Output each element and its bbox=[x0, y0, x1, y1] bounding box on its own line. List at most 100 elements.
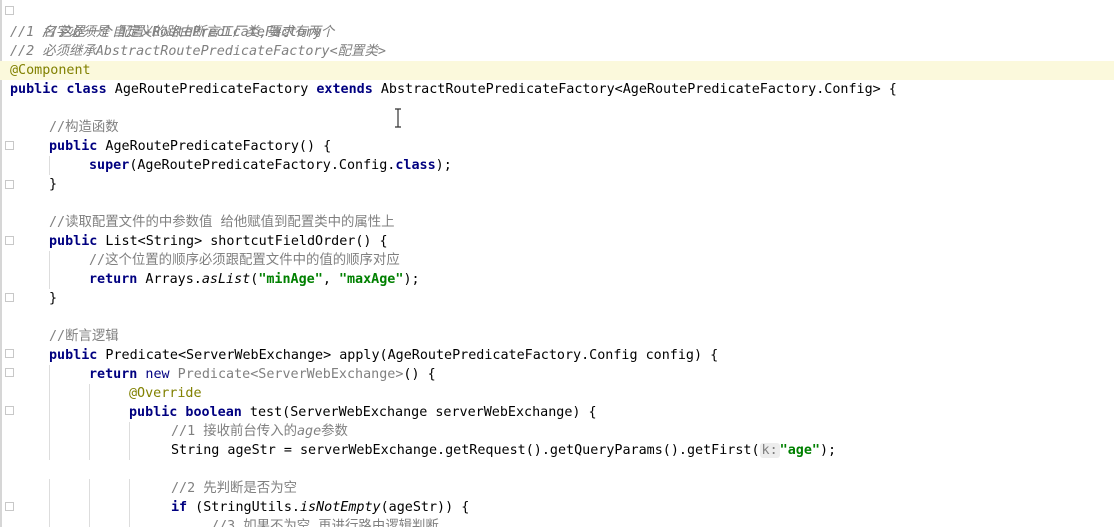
indent-guide bbox=[49, 156, 50, 175]
method-name: isNotEmpty bbox=[300, 500, 381, 515]
code-line[interactable]: return new Predicate<ServerWebExchange>(… bbox=[49, 365, 649, 384]
keyword: return bbox=[89, 367, 138, 382]
string-literal: "age" bbox=[779, 443, 820, 458]
keyword: public bbox=[49, 348, 98, 363]
code-line[interactable]: String ageStr = serverWebExchange.getReq… bbox=[49, 441, 1049, 460]
fold-marker[interactable] bbox=[5, 349, 14, 358]
code-line[interactable]: } bbox=[49, 289, 57, 308]
indent-guide bbox=[89, 384, 90, 403]
code-text: Predicate<ServerWebExchange> apply(AgeRo… bbox=[97, 348, 719, 363]
code-line[interactable]: super(AgeRoutePredicateFactory.Config.cl… bbox=[49, 156, 649, 175]
brace: } bbox=[49, 177, 58, 192]
code-text: AgeRoutePredicateFactory() { bbox=[97, 139, 332, 154]
code-line[interactable]: //断言逻辑 bbox=[49, 327, 119, 346]
code-text: test(ServerWebExchange serverWebExchange… bbox=[241, 405, 597, 420]
parameter-hint: k: bbox=[759, 443, 780, 458]
text-cursor-icon bbox=[395, 108, 401, 128]
indent-guide bbox=[129, 441, 130, 460]
indent-guide bbox=[49, 422, 50, 441]
code-line[interactable]: //2 先判断是否为空 bbox=[49, 479, 749, 498]
keyword: public boolean bbox=[129, 405, 242, 420]
comment: 参数 bbox=[321, 424, 348, 439]
code-text: (ageStr)) { bbox=[380, 500, 470, 515]
code-line[interactable]: public class AgeRoutePredicateFactory ex… bbox=[10, 80, 897, 99]
code-line[interactable]: return Arrays.asList("minAge", "maxAge")… bbox=[49, 270, 549, 289]
keyword: extends bbox=[316, 82, 373, 97]
current-line[interactable]: @Component bbox=[0, 61, 1114, 80]
comment: +RoutePredicateFactory bbox=[144, 25, 322, 40]
code-text: AbstractRoutePredicateFactory<AgeRoutePr… bbox=[372, 82, 897, 97]
keyword: return bbox=[89, 272, 138, 287]
comment: //构造函数 bbox=[49, 120, 119, 135]
keyword: super bbox=[89, 158, 130, 173]
indent-guide bbox=[129, 479, 130, 498]
code-line[interactable]: if (StringUtils.isNotEmpty(ageStr)) { bbox=[49, 498, 749, 517]
code-text: () { bbox=[403, 367, 436, 382]
code-editor[interactable]: //这是一个自定义的路由断言工厂类,要求有两个 //1 名字必须是 配置+Rou… bbox=[0, 0, 1114, 527]
code-line[interactable]: public List<String> shortcutFieldOrder()… bbox=[49, 232, 388, 251]
class-name: AgeRoutePredicateFactory bbox=[106, 82, 317, 97]
comment: age bbox=[296, 424, 322, 439]
comment: //1 名字必须是 配置 bbox=[10, 25, 145, 40]
fold-marker[interactable] bbox=[5, 502, 14, 511]
fold-marker[interactable] bbox=[5, 368, 14, 377]
indent-guide bbox=[89, 422, 90, 441]
code-line[interactable]: //1 名字必须是 配置+RoutePredicateFactory bbox=[10, 23, 321, 42]
indent-guide bbox=[89, 441, 90, 460]
string-literal: "minAge" bbox=[258, 272, 323, 287]
fold-marker[interactable] bbox=[5, 293, 14, 302]
indent-guide bbox=[129, 517, 130, 527]
code-text: (AgeRoutePredicateFactory.Config. bbox=[129, 158, 396, 173]
code-text: List<String> shortcutFieldOrder() { bbox=[97, 234, 388, 249]
comment: //读取配置文件的中参数值 给他赋值到配置类中的属性上 bbox=[49, 215, 395, 230]
code-text: String ageStr = serverWebExchange.getReq… bbox=[171, 443, 760, 458]
comment: //这个位置的顺序必须跟配置文件中的值的顺序对应 bbox=[89, 253, 400, 268]
keyword: new bbox=[137, 367, 170, 382]
indent-guide bbox=[89, 498, 90, 517]
indent-guide bbox=[49, 251, 50, 270]
indent-guide bbox=[49, 365, 50, 384]
fold-marker[interactable] bbox=[5, 406, 14, 415]
string-literal: "maxAge" bbox=[338, 272, 404, 287]
code-line[interactable]: //1 接收前台传入的age参数 bbox=[49, 422, 749, 441]
indent-guide bbox=[49, 384, 50, 403]
code-line[interactable]: //2 必须继承AbstractRoutePredicateFactory<配置… bbox=[10, 42, 386, 61]
indent-guide bbox=[49, 270, 50, 289]
code-text: Arrays. bbox=[137, 272, 202, 287]
brace: } bbox=[49, 291, 58, 306]
code-line[interactable]: //读取配置文件的中参数值 给他赋值到配置类中的属性上 bbox=[49, 213, 395, 232]
keyword: public bbox=[49, 234, 98, 249]
code-text: ); bbox=[819, 443, 837, 458]
code-line[interactable]: public boolean test(ServerWebExchange se… bbox=[49, 403, 749, 422]
fold-marker[interactable] bbox=[5, 141, 14, 150]
code-line[interactable]: //3 如果不为空,再进行路由逻辑判断 bbox=[49, 517, 749, 527]
code-line[interactable]: @Override bbox=[49, 384, 649, 403]
keyword: if bbox=[171, 500, 188, 515]
indent-guide bbox=[49, 498, 50, 517]
code-line[interactable]: } bbox=[49, 175, 57, 194]
indent-guide bbox=[89, 517, 90, 527]
fold-marker[interactable] bbox=[5, 180, 14, 189]
indent-guide bbox=[129, 498, 130, 517]
code-line[interactable]: //这是一个自定义的路由断言工厂类,要求有两个 bbox=[10, 4, 334, 40]
code-line[interactable]: public Predicate<ServerWebExchange> appl… bbox=[49, 346, 718, 365]
indent-guide bbox=[49, 479, 50, 498]
code-line[interactable]: //构造函数 bbox=[49, 118, 119, 137]
code-text: , bbox=[322, 272, 339, 287]
fold-marker[interactable] bbox=[5, 236, 14, 245]
indent-guide bbox=[49, 403, 50, 422]
code-text: (StringUtils. bbox=[187, 500, 300, 515]
annotation: @Component bbox=[10, 63, 91, 78]
keyword: public class bbox=[10, 82, 107, 97]
annotation: @Override bbox=[129, 386, 202, 401]
code-line[interactable]: //这个位置的顺序必须跟配置文件中的值的顺序对应 bbox=[49, 251, 549, 270]
comment: //1 接收前台传入的 bbox=[171, 424, 297, 439]
comment: <配置类> bbox=[329, 44, 386, 59]
comment: AbstractRoutePredicateFactory bbox=[95, 44, 330, 59]
comment: //3 如果不为空,再进行路由逻辑判断 bbox=[211, 519, 439, 527]
code-text: ); bbox=[403, 272, 420, 287]
keyword: class bbox=[395, 158, 436, 173]
code-line[interactable]: public AgeRoutePredicateFactory() { bbox=[49, 137, 331, 156]
indent-guide bbox=[49, 441, 50, 460]
comment: //2 必须继承 bbox=[10, 44, 96, 59]
